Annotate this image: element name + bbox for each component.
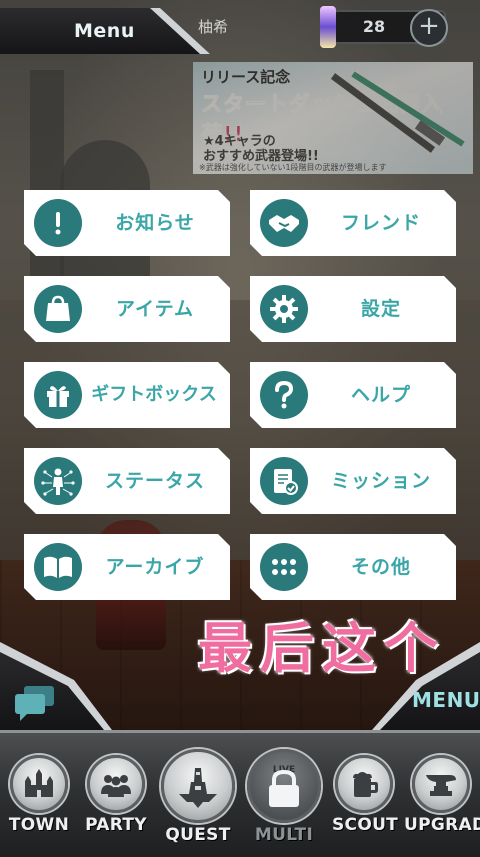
menu-button-label: ヘルプ xyxy=(350,384,411,406)
menu-button-giftbox[interactable]: ギフトボックス xyxy=(24,362,230,428)
bag-icon xyxy=(34,285,82,333)
menu-button-items[interactable]: アイテム xyxy=(24,276,230,342)
town-icon xyxy=(10,755,68,813)
menu-button-help[interactable]: ヘルプ xyxy=(250,362,456,428)
multi-icon-disabled: LIVE xyxy=(247,749,321,823)
crystal-icon xyxy=(320,6,336,48)
lock-icon: LIVE xyxy=(269,765,299,807)
nav-party[interactable]: PARTY xyxy=(84,755,148,835)
menu-button-missions[interactable]: ミッション xyxy=(250,448,456,514)
chat-bubbles-icon xyxy=(15,686,54,721)
anvil-icon xyxy=(412,755,470,813)
menu-button-settings[interactable]: 設定 xyxy=(250,276,456,342)
banner-note: ※武器は強化していない1段階目の武器が登場します xyxy=(199,163,387,172)
menu-button-friends[interactable]: フレンド xyxy=(250,190,456,256)
question-icon xyxy=(260,371,308,419)
top-bar: 柚希 Menu 28 + xyxy=(0,0,480,62)
banner-title: リリース記念 xyxy=(201,68,291,86)
nav-town[interactable]: TOWN xyxy=(8,755,70,835)
banner-subtitle: ★4キャラの おすすめ武器登場!! xyxy=(203,134,319,164)
book-icon xyxy=(34,543,82,591)
menu-button-label: その他 xyxy=(350,556,411,578)
nav-upgrade[interactable]: UPGRADE xyxy=(404,755,480,835)
menu-button-other[interactable]: その他 xyxy=(250,534,456,600)
gear-icon xyxy=(260,285,308,333)
person-status-icon xyxy=(34,457,82,505)
nav-label: QUEST xyxy=(165,825,231,845)
nav-label: SCOUT xyxy=(332,815,399,835)
nav-multi-locked[interactable]: LIVE MULTI xyxy=(244,749,324,845)
annotation-text: 最后这个 xyxy=(198,617,446,680)
gift-icon xyxy=(34,371,82,419)
sword-icon xyxy=(330,71,465,153)
menu-button-label: お知らせ xyxy=(115,212,195,234)
menu-button-label: アーカイブ xyxy=(105,556,205,578)
nav-label: UPGRADE xyxy=(404,815,480,835)
clipboard-check-icon xyxy=(260,457,308,505)
menu-button-label: ミッション xyxy=(330,470,431,492)
dots-grid-icon xyxy=(260,543,308,591)
menu-button-status[interactable]: ステータス xyxy=(24,448,230,514)
menu-corner-button[interactable]: MENU xyxy=(412,688,480,712)
menu-button-archive[interactable]: アーカイブ xyxy=(24,534,230,600)
nav-label: MULTI xyxy=(254,825,314,845)
nav-label: TOWN xyxy=(8,815,70,835)
menu-button-label: ステータス xyxy=(104,470,205,492)
add-currency-button[interactable]: + xyxy=(410,9,448,47)
nav-scout[interactable]: SCOUT xyxy=(332,755,399,835)
menu-button-label: 設定 xyxy=(360,298,401,320)
menu-button-label: フレンド xyxy=(340,212,421,234)
party-icon xyxy=(87,755,145,813)
menu-button-label: ギフトボックス xyxy=(91,384,217,405)
player-name: 柚希 xyxy=(198,18,229,36)
nav-label: PARTY xyxy=(85,815,147,835)
menu-button-label: アイテム xyxy=(115,298,195,320)
banner-subtitle-line-1: ★4キャラの xyxy=(203,134,276,149)
mug-icon xyxy=(335,755,393,813)
chat-button[interactable] xyxy=(12,682,58,722)
exclamation-icon xyxy=(34,199,82,247)
menu-title: Menu xyxy=(74,20,135,42)
currency-value: 28 xyxy=(362,17,386,36)
event-banner[interactable]: リリース記念 スタートダッシュ武器入荷!! ★4キャラの おすすめ武器登場!! … xyxy=(193,62,473,174)
quest-icon xyxy=(161,749,235,823)
menu-button-notices[interactable]: お知らせ xyxy=(24,190,230,256)
bottom-nav: TOWN PARTY QUEST LIVE MULTI SCOUT UPGRAD xyxy=(0,730,480,857)
nav-quest[interactable]: QUEST xyxy=(158,749,238,845)
handshake-icon xyxy=(260,199,308,247)
